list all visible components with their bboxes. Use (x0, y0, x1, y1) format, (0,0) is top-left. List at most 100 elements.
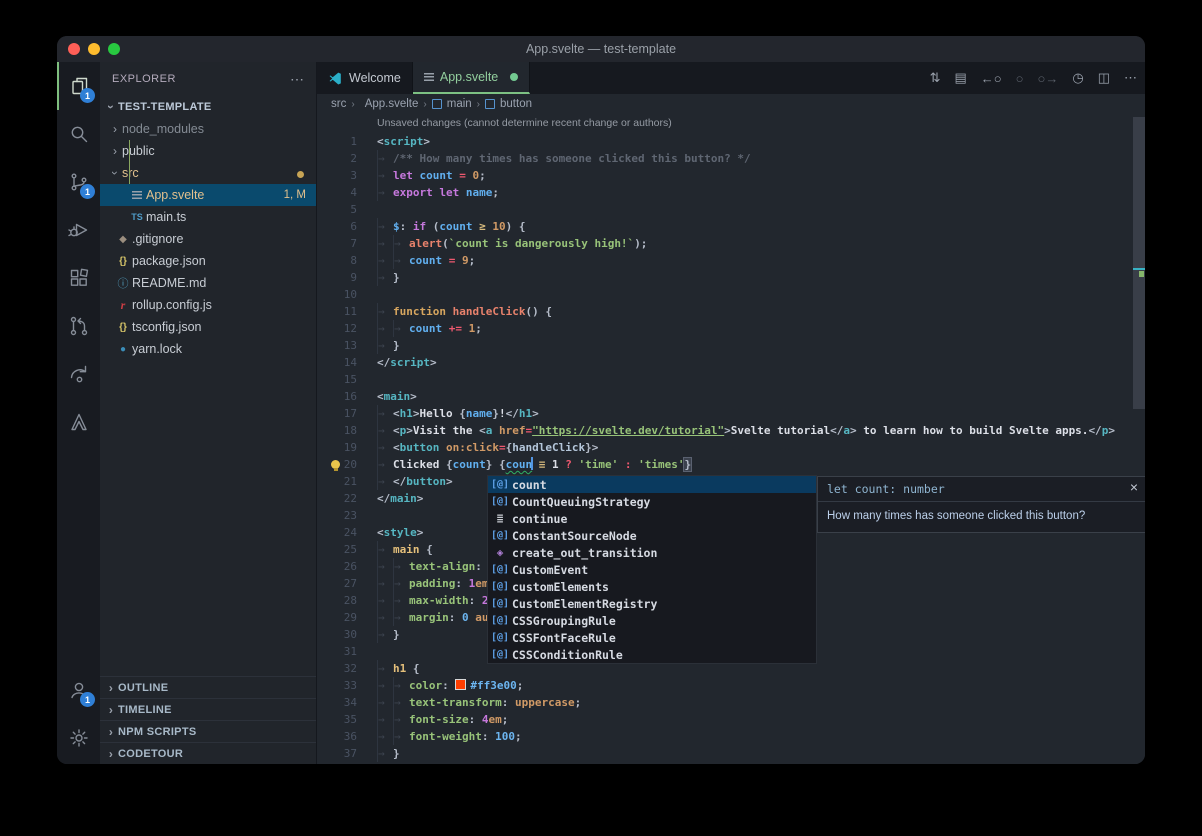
explorer-item-App.svelte[interactable]: App.svelte1, M (100, 184, 316, 206)
suggest-item-CSSFontFaceRule[interactable]: [@]CSSFontFaceRule (488, 629, 816, 646)
close-icon[interactable]: × (1130, 479, 1138, 495)
zoom-button[interactable] (108, 43, 120, 55)
tab-app-svelte[interactable]: App.svelte (413, 62, 530, 94)
codelens-unsaved-changes[interactable]: Unsaved changes (cannot determine recent… (377, 115, 672, 132)
file-history-icon[interactable]: ◷ (1072, 70, 1083, 86)
lightbulb-icon[interactable] (331, 460, 340, 469)
code-line-37[interactable]: 37→} (317, 745, 1131, 762)
suggest-item-CSSConditionRule[interactable]: [@]CSSConditionRule (488, 646, 816, 663)
activity-search-icon[interactable] (57, 110, 100, 158)
split-editor-icon[interactable]: ◫ (1098, 70, 1110, 86)
indent-guide: → (393, 592, 409, 609)
explorer-item-tsconfig.json[interactable]: {}tsconfig.json (100, 316, 316, 338)
code-line-1[interactable]: 1<script> (317, 133, 1131, 150)
activity-azure-icon[interactable] (57, 398, 100, 446)
more-actions-icon[interactable]: ⋯ (1124, 70, 1137, 86)
suggest-item-ConstantSourceNode[interactable]: [@]ConstantSourceNode (488, 527, 816, 544)
explorer-item-rollup.config.js[interactable]: rrollup.config.js (100, 294, 316, 316)
activity-settings-icon[interactable] (57, 714, 100, 762)
breadcrumb-item-main[interactable]: main (447, 98, 472, 110)
chevron-right-icon: › (104, 725, 118, 739)
line-number: 13 (317, 337, 357, 354)
code-line-20[interactable]: 20→Clicked {count} {coun ≡ 1 ? 'time' : … (317, 456, 1131, 473)
code-line-34[interactable]: 34→→text-transform: uppercase; (317, 694, 1131, 711)
line-number: 15 (317, 371, 357, 388)
code-line-10[interactable]: 10 (317, 286, 1131, 303)
explorer-item-README.md[interactable]: ⓘREADME.md (100, 272, 316, 294)
code-line-12[interactable]: 12→→count += 1; (317, 320, 1131, 337)
activity-live-share-icon[interactable] (57, 350, 100, 398)
code-token: < (479, 424, 486, 437)
activity-explorer-icon[interactable]: 1 (57, 62, 100, 110)
code-line-4[interactable]: 4→export let name; (317, 184, 1131, 201)
code-line-13[interactable]: 13→} (317, 337, 1131, 354)
code-token: } (393, 747, 400, 760)
code-line-2[interactable]: 2→/** How many times has someone clicked… (317, 150, 1131, 167)
line-number: 14 (317, 354, 357, 371)
suggest-item-CustomEvent[interactable]: [@]CustomEvent (488, 561, 816, 578)
code-token: </ (393, 475, 406, 488)
code-line-11[interactable]: 11→function handleClick() { (317, 303, 1131, 320)
explorer-item-src[interactable]: ›src (100, 162, 316, 184)
code-line-3[interactable]: 3→let count = 0; (317, 167, 1131, 184)
code-line-19[interactable]: 19→<button on:click={handleClick}> (317, 439, 1131, 456)
next-change-icon[interactable]: ○→ (1038, 71, 1059, 86)
more-actions-icon[interactable]: ⋯ (290, 71, 304, 88)
activity-extensions-icon[interactable] (57, 254, 100, 302)
code-line-16[interactable]: 16<main> (317, 388, 1131, 405)
code-line-14[interactable]: 14</script> (317, 354, 1131, 371)
code-line-5[interactable]: 5 (317, 201, 1131, 218)
activity-source-control-icon[interactable]: 1 (57, 158, 100, 206)
suggest-item-continue[interactable]: ≣continue (488, 510, 816, 527)
explorer-item-node_modules[interactable]: ›node_modules (100, 118, 316, 140)
code-line-8[interactable]: 8→→count = 9; (317, 252, 1131, 269)
section-codetour[interactable]: ›CODETOUR (100, 742, 316, 764)
code-line-18[interactable]: 18→<p>Visit the <a href="https://svelte.… (317, 422, 1131, 439)
code-line-9[interactable]: 9→} (317, 269, 1131, 286)
code-line-7[interactable]: 7→→alert(`count is dangerously high!`); (317, 235, 1131, 252)
suggest-item-create_out_transition[interactable]: ◈create_out_transition (488, 544, 816, 561)
section-timeline[interactable]: ›TIMELINE (100, 698, 316, 720)
explorer-root-folder[interactable]: › TEST-TEMPLATE (100, 96, 316, 118)
open-changes-icon[interactable]: ○ (1016, 71, 1024, 86)
code-line-36[interactable]: 36→→font-weight: 100; (317, 728, 1131, 745)
suggest-docs-signature: let count: number (818, 477, 1145, 502)
code-token: ≡ (539, 458, 552, 471)
indent-guide: → (393, 320, 409, 337)
tab-welcome[interactable]: Welcome (317, 62, 413, 94)
suggest-item-CSSGroupingRule[interactable]: [@]CSSGroupingRule (488, 612, 816, 629)
minimize-button[interactable] (88, 43, 100, 55)
code-line-15[interactable]: 15 (317, 371, 1131, 388)
open-preview-icon[interactable]: ▤ (954, 70, 966, 86)
previous-change-icon[interactable]: ←○ (981, 71, 1002, 86)
breadcrumb-item-App.svelte[interactable]: App.svelte (365, 98, 419, 110)
explorer-item-.gitignore[interactable]: ◆.gitignore (100, 228, 316, 250)
gitlens-compare-icon[interactable]: ⇅ (930, 70, 941, 86)
activity-accounts-icon[interactable]: 1 (57, 666, 100, 714)
suggest-item-count[interactable]: [@]count (488, 476, 816, 493)
code-line-6[interactable]: 6→$: if (count ≥ 10) { (317, 218, 1131, 235)
explorer-item-public[interactable]: ›public (100, 140, 316, 162)
explorer-item-main.ts[interactable]: TSmain.ts (100, 206, 316, 228)
section-npm-scripts[interactable]: ›NPM SCRIPTS (100, 720, 316, 742)
suggest-item-CustomElementRegistry[interactable]: [@]CustomElementRegistry (488, 595, 816, 612)
explorer-item-package.json[interactable]: {}package.json (100, 250, 316, 272)
code-editor[interactable]: [@]count[@]CountQueuingStrategy≣continue… (317, 114, 1145, 764)
code-line-17[interactable]: 17→<h1>Hello {name}!</h1> (317, 405, 1131, 422)
close-button[interactable] (68, 43, 80, 55)
explorer-item-yarn.lock[interactable]: ●yarn.lock (100, 338, 316, 360)
code-line-35[interactable]: 35→→font-size: 4em; (317, 711, 1131, 728)
activity-github-pull-requests-icon[interactable] (57, 302, 100, 350)
modified-dot[interactable] (510, 73, 518, 81)
suggest-item-customElements[interactable]: [@]customElements (488, 578, 816, 595)
symbol-element-icon (485, 99, 495, 109)
breadcrumb-item-button[interactable]: button (500, 98, 532, 110)
breadcrumb-item-src[interactable]: src (331, 98, 346, 110)
activity-run-debug-icon[interactable] (57, 206, 100, 254)
code-line-33[interactable]: 33→→color: #ff3e00; (317, 677, 1131, 694)
suggest-item-CountQueuingStrategy[interactable]: [@]CountQueuingStrategy (488, 493, 816, 510)
file-label: rollup.config.js (132, 298, 212, 312)
section-outline[interactable]: ›OUTLINE (100, 676, 316, 698)
editor-scrollbar[interactable] (1133, 117, 1145, 409)
color-swatch[interactable] (455, 679, 466, 690)
